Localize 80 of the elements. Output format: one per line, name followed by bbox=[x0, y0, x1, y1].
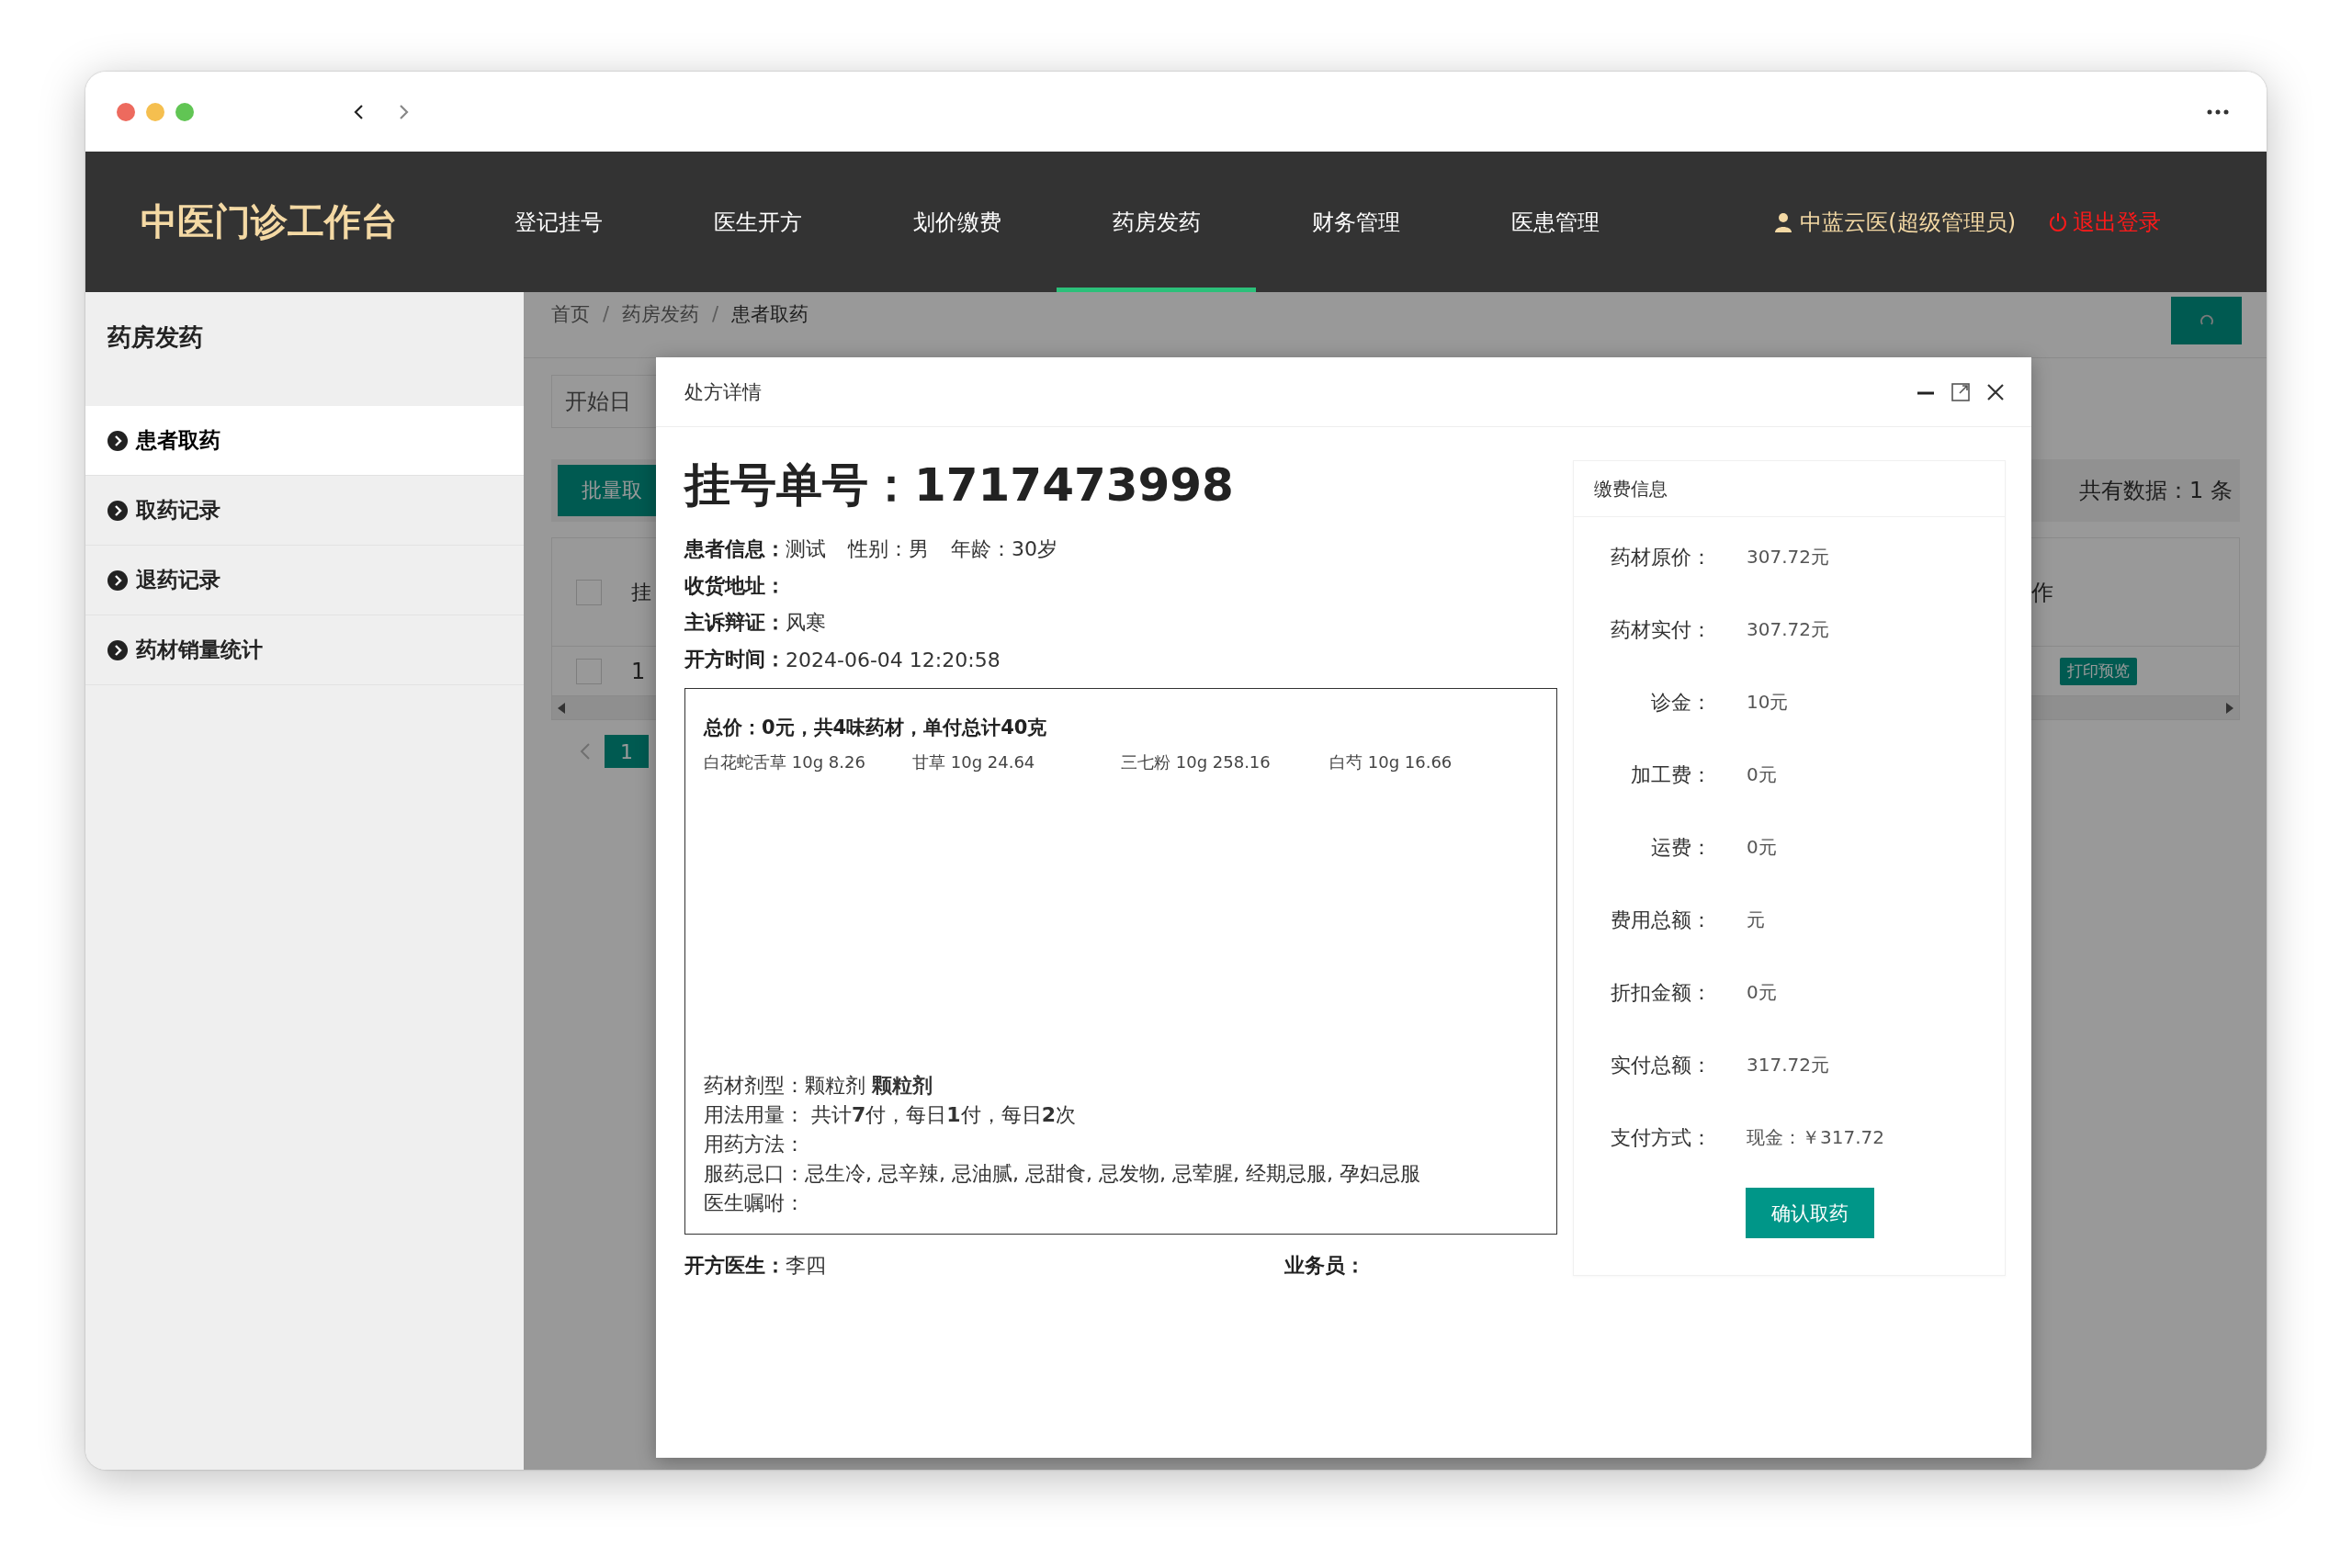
herb-item: 三七粉 10g 258.16 bbox=[1121, 751, 1272, 773]
field-value: 元 bbox=[1747, 908, 1765, 932]
checkbox[interactable] bbox=[576, 579, 602, 605]
breadcrumb-separator: / bbox=[712, 303, 719, 325]
dialog-title: 处方详情 bbox=[684, 379, 762, 405]
power-icon bbox=[2049, 211, 2067, 232]
field-label: 支付方式： bbox=[1610, 1124, 1712, 1151]
close-icon[interactable] bbox=[1985, 381, 2006, 402]
window-control-dot[interactable] bbox=[117, 102, 135, 121]
field-value: 2024-06-04 12:20:58 bbox=[786, 648, 1001, 671]
herb-item: 白芍 10g 16.66 bbox=[1329, 751, 1453, 773]
nav-tab[interactable]: 登记挂号 bbox=[458, 152, 658, 292]
table-cell: 1 bbox=[631, 658, 646, 684]
field-value: 测试 bbox=[786, 536, 826, 562]
field-value: 317.72元 bbox=[1747, 1053, 1829, 1077]
field-value: 10元 bbox=[1747, 690, 1789, 715]
sidebar-item[interactable]: 取药记录 bbox=[85, 476, 524, 546]
field-label: 药材实付： bbox=[1610, 616, 1712, 643]
breadcrumb-separator: / bbox=[603, 303, 610, 325]
field-label: 收货地址： bbox=[684, 573, 786, 599]
breadcrumb-link[interactable]: 首页 bbox=[551, 301, 590, 327]
maximize-icon[interactable] bbox=[1951, 381, 1971, 402]
field-label: 诊金： bbox=[1650, 689, 1712, 716]
field-label: 费用总额： bbox=[1610, 907, 1712, 933]
breadcrumb-current: 患者取药 bbox=[731, 302, 809, 327]
confirm-button[interactable]: 确认取药 bbox=[1746, 1188, 1874, 1238]
field-value: 0元 bbox=[1747, 980, 1777, 1005]
app-logo: 中医门诊工作台 bbox=[141, 199, 399, 244]
breadcrumb-link[interactable]: 药房发药 bbox=[622, 301, 700, 327]
herb-item: 白花蛇舌草 10g 8.26 bbox=[704, 751, 866, 773]
nav-tab[interactable]: 医患管理 bbox=[1455, 152, 1655, 292]
window-control-dot[interactable] bbox=[146, 102, 164, 121]
sidebar-item[interactable]: 患者取药 bbox=[85, 406, 524, 476]
chevron-circle-icon bbox=[107, 430, 128, 451]
column-header: 作 bbox=[2031, 578, 2053, 607]
field-value: 风寒 bbox=[786, 610, 826, 636]
field-label: 加工费： bbox=[1630, 761, 1712, 788]
sidebar-item[interactable]: 退药记录 bbox=[85, 546, 524, 615]
column-header: 挂 bbox=[631, 579, 651, 605]
field-label: 开方时间： bbox=[684, 647, 786, 672]
sidebar-title: 药房发药 bbox=[107, 322, 204, 353]
herb-item: 甘草 10g 24.64 bbox=[912, 751, 1036, 773]
field-label: 开方医生： bbox=[684, 1254, 786, 1277]
user-icon bbox=[1774, 211, 1793, 232]
checkbox[interactable] bbox=[576, 658, 602, 684]
prescription-detail: 医生嘱咐： bbox=[704, 1190, 806, 1216]
field-label: 折扣金额： bbox=[1610, 979, 1712, 1006]
prescription-detail: 服药忌口：忌生冷, 忌辛辣, 忌油腻, 忌甜食, 忌发物, 忌荤腥, 经期忌服, 孕妇忌服 bbox=[704, 1161, 1421, 1187]
sidebar-item[interactable]: 药材销量统计 bbox=[85, 615, 524, 685]
card-title: 缴费信息 bbox=[1574, 461, 2005, 517]
user-name[interactable]: 中蓝云医(超级管理员) bbox=[1800, 207, 2016, 237]
record-count: 共有数据：1 条 bbox=[2079, 477, 2233, 505]
field-label: 实付总额： bbox=[1610, 1052, 1712, 1078]
field-label: 运费： bbox=[1650, 834, 1712, 861]
nav-tab[interactable]: 划价缴费 bbox=[857, 152, 1057, 292]
scroll-right-icon[interactable] bbox=[2226, 702, 2233, 714]
field-value: 李四 bbox=[786, 1254, 826, 1277]
chevron-circle-icon bbox=[107, 570, 128, 591]
window-control-dot[interactable] bbox=[175, 102, 194, 121]
field-value: 年龄：30岁 bbox=[951, 536, 1057, 562]
scroll-left-icon[interactable] bbox=[558, 702, 565, 714]
previous-page-icon[interactable] bbox=[579, 741, 592, 761]
field-label: 业务员： bbox=[1284, 1254, 1365, 1277]
field-value: 0元 bbox=[1747, 762, 1777, 787]
prescription-summary: 总价：0元，共4味药材，单付总计40克 bbox=[704, 716, 1048, 740]
prescription-detail: 用药方法： bbox=[704, 1132, 806, 1157]
more-icon[interactable] bbox=[2206, 107, 2230, 116]
field-value: 现金：￥317.72 bbox=[1747, 1125, 1884, 1150]
chevron-circle-icon bbox=[107, 639, 128, 660]
prescription-detail: 药材剂型：颗粒剂 颗粒剂 bbox=[704, 1073, 933, 1099]
field-value: 307.72元 bbox=[1747, 617, 1829, 642]
field-label: 药材原价： bbox=[1610, 544, 1712, 570]
field-label: 主诉辩证： bbox=[684, 610, 786, 636]
field-value: 性别：男 bbox=[848, 536, 929, 562]
field-value: 0元 bbox=[1747, 835, 1777, 860]
field-label: 患者信息： bbox=[684, 536, 786, 562]
field-value: 307.72元 bbox=[1747, 545, 1829, 570]
chevron-circle-icon bbox=[107, 500, 128, 521]
nav-tab[interactable]: 医生开方 bbox=[658, 152, 857, 292]
nav-tab[interactable]: 财务管理 bbox=[1256, 152, 1455, 292]
